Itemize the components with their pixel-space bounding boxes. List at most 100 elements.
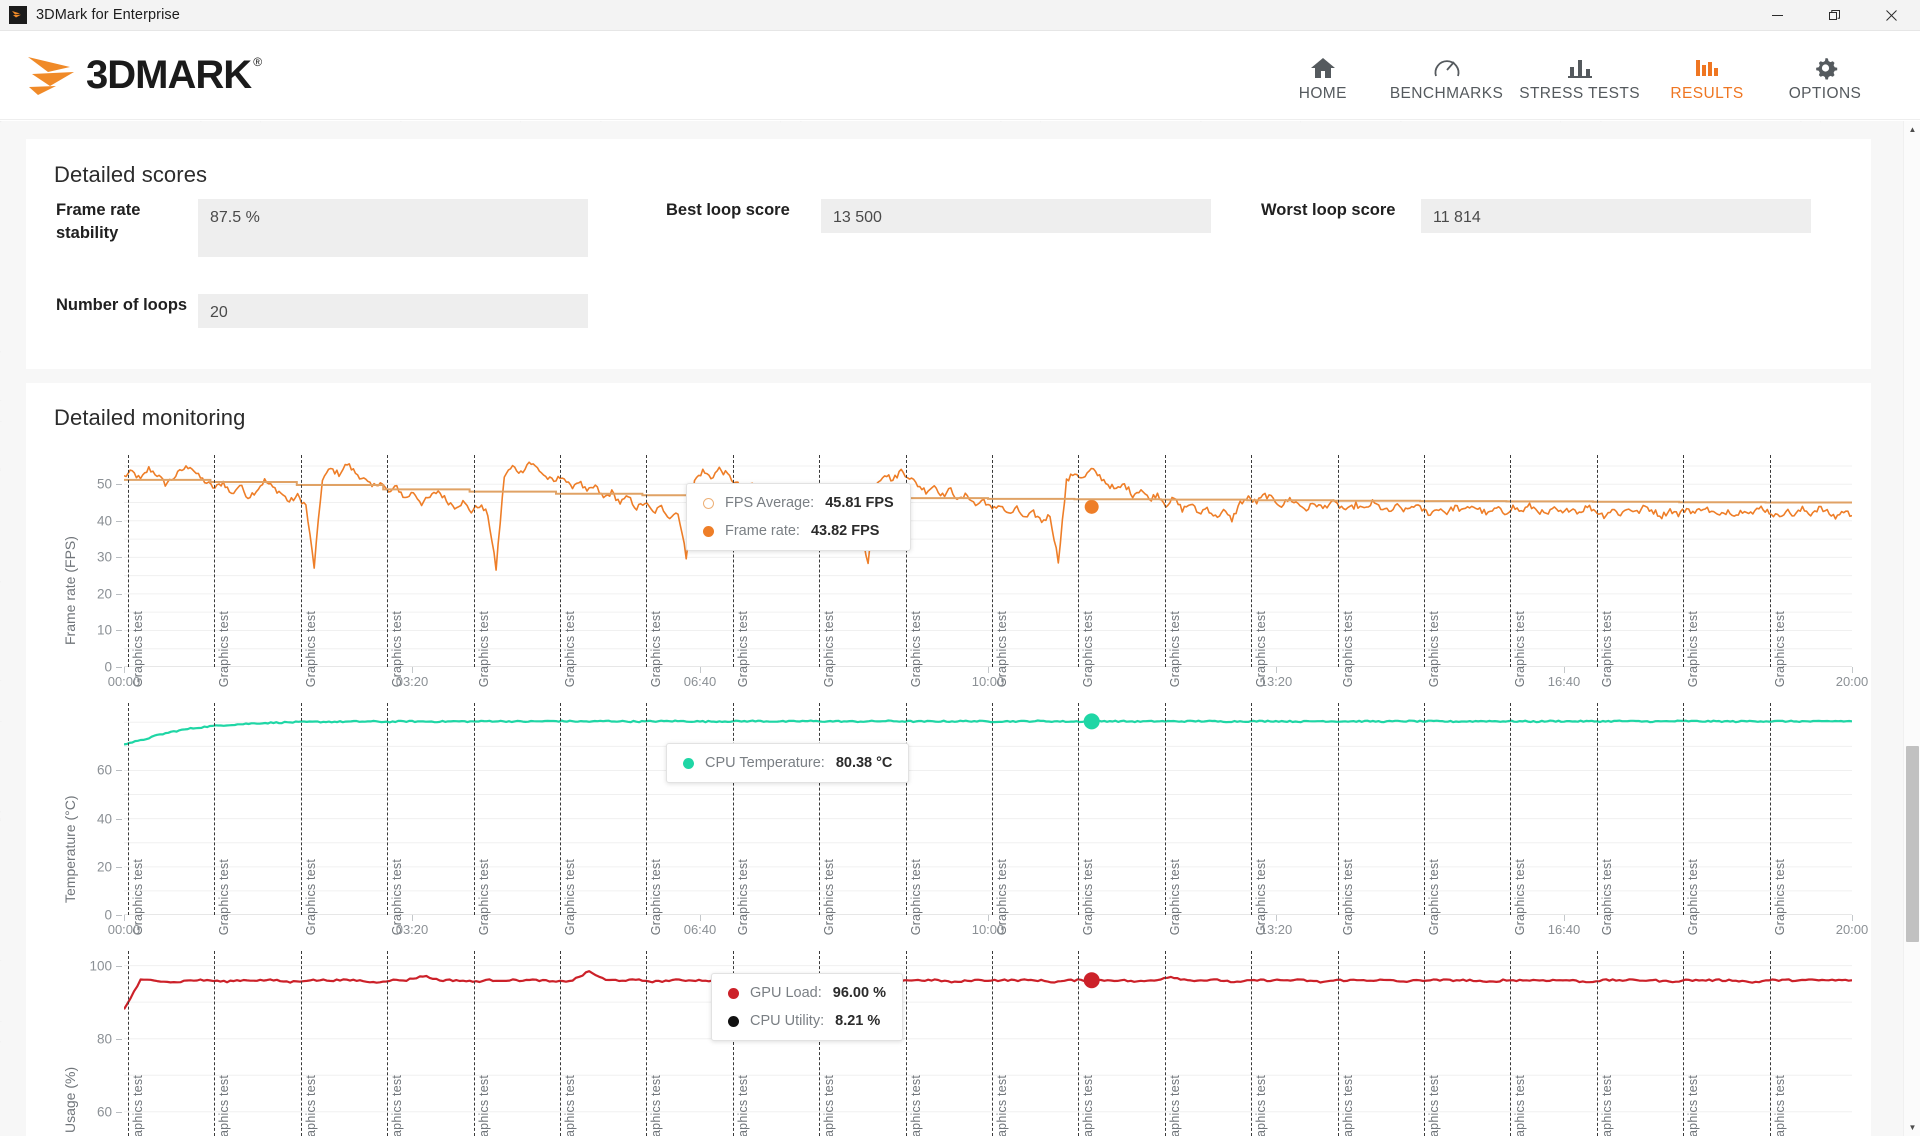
y-tick-mark xyxy=(116,770,122,772)
x-tick-mark xyxy=(412,915,413,921)
load-tooltip: GPU Load: 96.00 % CPU Utility: 8.21 % xyxy=(711,973,903,1041)
y-tick-label: 10 xyxy=(96,622,112,638)
loop-divider xyxy=(646,951,648,1136)
x-tick-label: 06:40 xyxy=(683,674,717,689)
bar-chart-orange-icon xyxy=(1694,53,1720,83)
loop-divider xyxy=(214,455,216,667)
loop-marker-label: Graphics test xyxy=(1427,610,1441,687)
main-navigation: HOME BENCHMARKS STRESS TESTS RESULTS OPT… xyxy=(1264,53,1884,103)
nav-item-benchmarks[interactable]: BENCHMARKS xyxy=(1382,53,1511,103)
load-chart[interactable]: Usage (%) 60 80 100 Graphics test Graphics … xyxy=(62,951,1852,1136)
loop-marker-label: Graphics test xyxy=(563,858,577,935)
y-tick-label: 40 xyxy=(96,811,112,827)
loop-divider xyxy=(387,951,389,1136)
detailed-monitoring-title: Detailed monitoring xyxy=(54,405,246,430)
loop-divider xyxy=(560,951,561,1136)
tooltip-value: 43.82 FPS xyxy=(810,523,880,539)
y-tick-label: 20 xyxy=(96,859,112,875)
nav-item-results[interactable]: RESULTS xyxy=(1648,53,1766,103)
loop-divider xyxy=(732,703,734,915)
y-tick-mark xyxy=(116,1038,122,1040)
loop-divider xyxy=(1164,703,1166,915)
loop-divider xyxy=(819,703,821,915)
loop-divider xyxy=(1337,455,1339,667)
loop-divider xyxy=(1596,703,1598,915)
loop-divider xyxy=(905,951,907,1136)
loop-divider xyxy=(300,703,302,915)
scroll-down-button[interactable]: ▼ xyxy=(1904,1119,1920,1136)
bar-chart-icon xyxy=(1567,53,1593,83)
loop-divider xyxy=(473,455,475,667)
speedometer-icon xyxy=(1433,53,1461,83)
loop-divider xyxy=(1164,455,1166,667)
window-title-bar: 3DMark for Enterprise xyxy=(0,0,1920,31)
field-worst-loop-score: Worst loop score 11 814 xyxy=(1261,199,1811,233)
field-best-loop-score: Best loop score 13 500 xyxy=(666,199,1211,233)
loop-divider xyxy=(387,703,389,915)
y-tick-mark xyxy=(116,484,122,486)
tooltip-label: CPU Temperature: xyxy=(705,755,825,771)
loop-marker-label: Graphics test xyxy=(303,858,318,935)
loop-divider xyxy=(905,703,907,915)
loop-marker-label: Graphics test xyxy=(1340,610,1355,687)
frame-rate-plot xyxy=(124,461,1852,667)
nav-label-home: HOME xyxy=(1298,85,1347,102)
loop-marker-label: Graphics test xyxy=(649,1074,664,1136)
x-tick-label: 03:20 xyxy=(395,922,429,937)
tooltip-value: 96.00 % xyxy=(832,985,886,1001)
loop-marker-label: Graphics test xyxy=(1167,1074,1182,1136)
loop-divider xyxy=(1251,455,1253,667)
x-tick-mark xyxy=(412,667,413,673)
tooltip-row: Frame rate: 43.82 FPS xyxy=(703,523,894,539)
vertical-scrollbar[interactable]: ▲ ▼ xyxy=(1903,121,1920,1136)
x-tick-mark xyxy=(124,667,125,673)
loop-marker-label: Graphics test xyxy=(1513,610,1528,687)
nav-item-stress-tests[interactable]: STRESS TESTS xyxy=(1511,53,1648,103)
y-tick-label: 40 xyxy=(96,513,112,529)
loop-marker-label: Graphics test xyxy=(217,1074,232,1136)
loop-marker-label: Graphics test xyxy=(1081,610,1096,687)
loop-marker-label: Graphics test xyxy=(1340,858,1355,935)
loop-divider xyxy=(1078,455,1080,667)
loop-marker-label: Graphics test xyxy=(908,610,923,687)
minimize-button[interactable] xyxy=(1749,0,1806,31)
temperature-tooltip: CPU Temperature: 80.38 °C xyxy=(666,743,910,783)
temperature-chart[interactable]: Temperature (°C) 0 20 40 60 Graphics test Gr… xyxy=(62,703,1868,943)
loop-divider xyxy=(387,455,389,667)
loop-marker-label: Graphics test xyxy=(1772,1074,1787,1136)
tooltip-row: GPU Load: 96.00 % xyxy=(728,985,886,1001)
close-button[interactable] xyxy=(1863,0,1920,31)
loop-divider xyxy=(300,951,302,1136)
x-tick-label: 13:20 xyxy=(1259,922,1293,937)
scrollbar-thumb[interactable] xyxy=(1906,746,1919,943)
y-tick-label: 50 xyxy=(96,476,112,492)
y-tick-label: 30 xyxy=(96,549,112,565)
loop-marker-label: Graphics test xyxy=(1599,1074,1614,1136)
loop-marker-label: Graphics test xyxy=(1599,858,1614,935)
scroll-up-button[interactable]: ▲ xyxy=(1904,121,1920,138)
loop-marker-label: Graphics test xyxy=(1167,858,1182,935)
loop-divider xyxy=(1337,951,1339,1136)
nav-item-options[interactable]: OPTIONS xyxy=(1766,53,1884,103)
loop-divider xyxy=(1769,455,1771,667)
tooltip-row: FPS Average: 45.81 FPS xyxy=(703,495,894,511)
frame-rate-chart[interactable]: Frame rate (FPS) 0 10 20 30 40 50 Graphics te… xyxy=(62,455,1868,695)
series-color-dot xyxy=(728,1015,739,1027)
x-tick-label: 10:00 xyxy=(971,674,1005,689)
x-tick-mark xyxy=(700,915,701,921)
x-tick-mark xyxy=(124,915,125,921)
loop-divider xyxy=(473,703,475,915)
restore-button[interactable] xyxy=(1806,0,1863,31)
temperature-plot xyxy=(124,713,1852,915)
app-icon xyxy=(9,6,27,24)
loop-marker-label: Graphics test xyxy=(995,1074,1009,1136)
page-content: Detailed scores Frame rate stability 87.… xyxy=(0,121,1920,1136)
brand-logo: 3DMARK ® xyxy=(26,53,262,98)
nav-item-home[interactable]: HOME xyxy=(1264,53,1382,103)
y-tick-mark xyxy=(116,593,122,595)
y-tick-mark xyxy=(116,965,122,967)
x-tick-mark xyxy=(988,667,989,673)
gear-icon xyxy=(1812,53,1839,83)
loop-divider xyxy=(214,703,216,915)
loop-marker-label: Graphics test xyxy=(1686,610,1701,687)
